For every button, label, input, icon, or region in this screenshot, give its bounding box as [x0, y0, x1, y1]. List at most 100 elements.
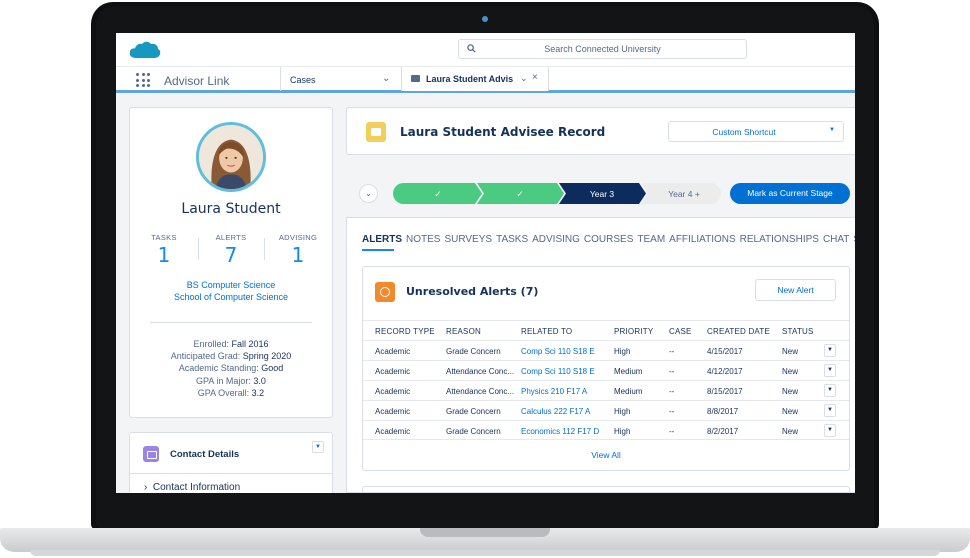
app-launcher-icon[interactable] — [136, 73, 150, 87]
tab-alerts[interactable]: ALERTS — [362, 234, 402, 245]
record-title: Laura Student Advisee Record — [400, 125, 606, 139]
custom-shortcut-dropdown[interactable]: Custom Shortcut ▼ — [668, 121, 844, 142]
table-cell: Academic — [375, 407, 411, 416]
school-link[interactable]: School of Computer Science — [130, 292, 332, 302]
path-stage-label: ✓ — [516, 189, 524, 199]
salesforce-cloud-logo[interactable] — [128, 39, 162, 61]
table-cell: New — [782, 347, 799, 356]
view-all-link[interactable]: View All — [363, 439, 849, 471]
table-row: Academic Grade Concern Calculus 222 F17 A H… — [363, 400, 849, 420]
table-row: Academic Grade Concern Economics 112 F17 D… — [363, 420, 849, 440]
student-profile-card: Laura Student TASKS 1 ALERTS 7 ADVISING … — [129, 107, 333, 418]
contact-details-card: Contact Details ▼ › Contact Information — [129, 432, 333, 493]
new-alert-button[interactable]: New Alert — [755, 279, 836, 301]
next-card — [362, 486, 850, 493]
column-header[interactable]: STATUS — [782, 327, 814, 336]
column-header[interactable]: REASON — [446, 327, 481, 336]
table-cell: -- — [669, 367, 675, 376]
stat-label: TASKS — [151, 233, 177, 242]
row-actions-dropdown-icon[interactable]: ▼ — [824, 424, 836, 437]
stat-value: 1 — [157, 243, 171, 267]
tab-advising[interactable]: ADVISING — [532, 234, 580, 245]
column-header[interactable]: RECORD TYPE — [375, 327, 435, 336]
table-row: Academic Grade Concern Comp Sci 110 S18 E H… — [363, 340, 849, 360]
row-actions-dropdown-icon[interactable]: ▼ — [824, 384, 836, 397]
chevron-down-icon[interactable]: ⌄ — [382, 73, 390, 84]
tab-label: Laura Student Advis — [426, 74, 514, 84]
fact-gpa-major: GPA in Major: 3.0 — [196, 375, 266, 386]
chevron-down-icon[interactable]: ⌄ — [520, 73, 528, 84]
table-cell: Grade Concern — [446, 427, 501, 436]
alert-icon — [375, 282, 395, 302]
briefcase-icon — [366, 122, 386, 142]
tab-surveys[interactable]: SURVEYS — [444, 234, 492, 245]
row-actions-dropdown-icon[interactable]: ▼ — [824, 364, 836, 377]
stat-alerts[interactable]: ALERTS 7 — [201, 233, 261, 267]
table-cell: Academic — [375, 387, 411, 396]
stat-divider — [198, 238, 199, 260]
related-to-link[interactable]: Comp Sci 110 S18 E — [521, 367, 595, 376]
table-cell: 4/15/2017 — [707, 347, 743, 356]
nav-divider — [280, 67, 281, 91]
related-to-link[interactable]: Economics 112 F17 D — [521, 427, 599, 436]
column-header[interactable]: PRIORITY — [614, 327, 653, 336]
close-icon[interactable]: × — [532, 72, 538, 83]
table-cell: New — [782, 387, 799, 396]
stat-label: ALERTS — [215, 233, 247, 242]
search-placeholder: Search Connected University — [544, 44, 661, 54]
path-collapse-toggle[interactable]: ⌄ — [359, 184, 378, 203]
degree-link[interactable]: BS Computer Science — [130, 280, 332, 290]
stat-value: 7 — [224, 243, 238, 267]
laptop-notch — [420, 528, 550, 537]
table-cell: -- — [669, 387, 675, 396]
table-cell: Grade Concern — [446, 407, 501, 416]
row-actions-dropdown-icon[interactable]: ▼ — [824, 404, 836, 417]
global-search-input[interactable]: Search Connected University — [458, 39, 747, 59]
column-header[interactable]: RELATED TO — [521, 327, 572, 336]
academic-facts: Enrolled: Fall 2016 Anticipated Grad: Sp… — [130, 338, 332, 399]
tab-team[interactable]: TEAM — [637, 234, 665, 245]
tab-affiliations[interactable]: AFFILIATIONS — [669, 234, 736, 245]
column-header[interactable]: CASE — [669, 327, 692, 336]
table-cell: 8/8/2017 — [707, 407, 739, 416]
tab-social[interactable]: SOCIAL — [853, 234, 855, 245]
tab-relationships[interactable]: RELATIONSHIPS — [740, 234, 819, 245]
mark-current-stage-button[interactable]: Mark as Current Stage — [730, 183, 850, 204]
path-stage-label: Year 3 — [590, 189, 615, 199]
row-actions-dropdown-icon[interactable]: ▼ — [824, 344, 836, 357]
related-to-link[interactable]: Calculus 222 F17 A — [521, 407, 590, 416]
app-name: Advisor Link — [164, 74, 230, 88]
tab-courses[interactable]: COURSES — [584, 234, 633, 245]
table-cell: 4/12/2017 — [707, 367, 743, 376]
tab-chat[interactable]: CHAT — [823, 234, 849, 245]
stage-path: ✓ ✓ Year 3 Year 4 + — [393, 183, 723, 204]
tab-notes[interactable]: NOTES — [406, 234, 440, 245]
webcam — [482, 16, 488, 22]
tab-bar: ALERTS NOTES SURVEYS TASKS ADVISING COURSES TE… — [362, 234, 855, 245]
table-cell: Attendance Conc... — [446, 387, 515, 396]
divider — [150, 322, 312, 323]
fact-enrolled: Enrolled: Fall 2016 — [193, 339, 269, 349]
tab-tasks[interactable]: TASKS — [496, 234, 528, 245]
table-cell: New — [782, 427, 799, 436]
student-name: Laura Student — [181, 201, 281, 217]
table-row: Academic Attendance Conc... Physics 210 F1… — [363, 380, 849, 400]
related-to-link[interactable]: Physics 210 F17 A — [521, 387, 587, 396]
divider — [130, 473, 332, 474]
stat-advising[interactable]: ADVISING 1 — [268, 233, 328, 267]
stat-tasks[interactable]: TASKS 1 — [134, 233, 194, 267]
table-cell: -- — [669, 347, 675, 356]
record-tabs-card: ALERTS NOTES SURVEYS TASKS ADVISING COURSES TE… — [346, 217, 855, 493]
table-cell: -- — [669, 407, 675, 416]
fact-anticipated-grad: Anticipated Grad: Spring 2020 — [170, 351, 292, 362]
column-header[interactable]: CREATED DATE — [707, 327, 770, 336]
dropdown-icon[interactable]: ▼ — [312, 441, 324, 453]
fact-academic-standing: Academic Standing: Good — [178, 363, 284, 374]
tab-laura-student-advisee[interactable]: Laura Student Advis ⌄ × — [401, 67, 549, 91]
nav-item-cases[interactable]: Cases — [290, 75, 316, 85]
table-cell: Academic — [375, 347, 411, 356]
related-to-link[interactable]: Comp Sci 110 S18 E — [521, 347, 595, 356]
briefcase-icon — [411, 75, 420, 82]
contact-information-toggle[interactable]: › Contact Information — [144, 482, 240, 493]
table-cell: -- — [669, 427, 675, 436]
